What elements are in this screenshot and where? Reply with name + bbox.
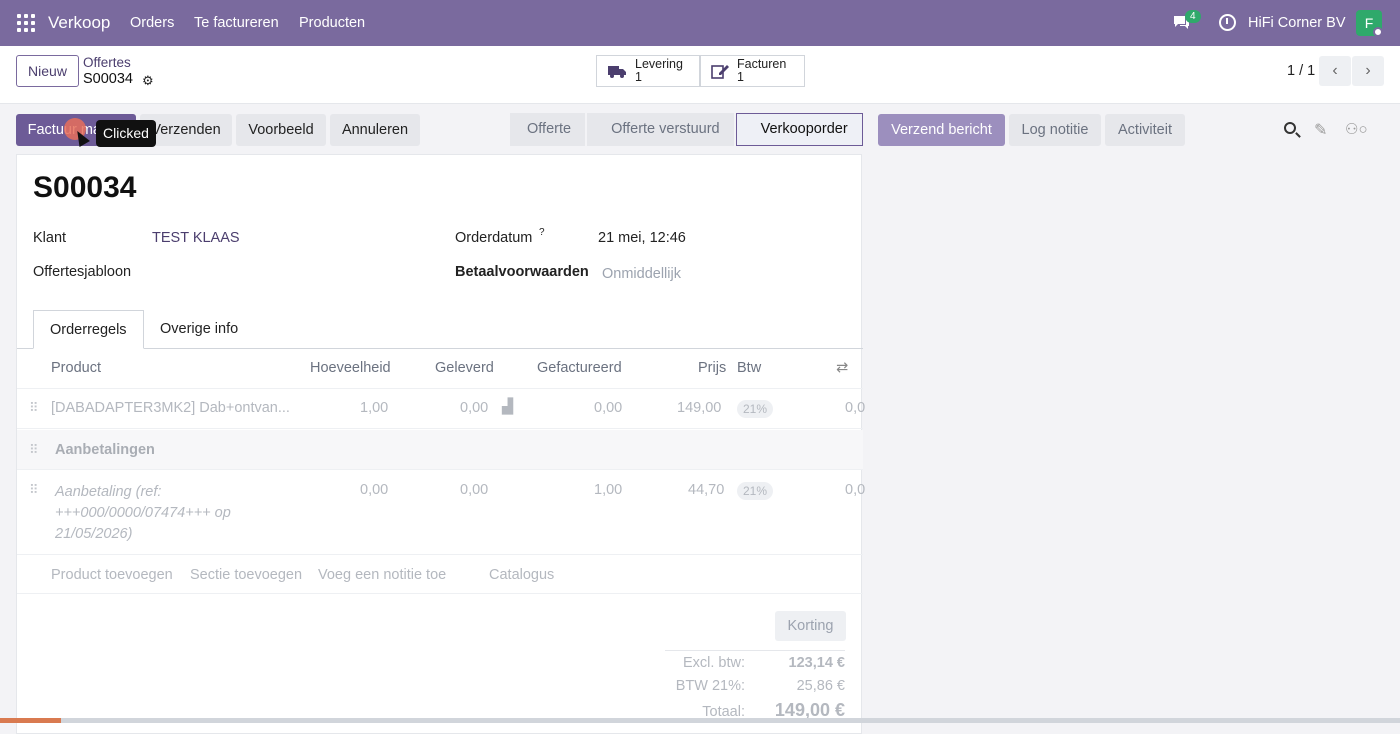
click-tooltip: Clicked: [96, 120, 156, 147]
stage-quotation-sent[interactable]: Offerte verstuurd: [587, 113, 734, 146]
preview-button[interactable]: Voorbeeld: [236, 114, 326, 146]
col-price[interactable]: Prijs: [698, 360, 726, 376]
search-icon[interactable]: [1284, 122, 1296, 134]
order-name: S00034: [33, 171, 137, 204]
drag-handle-icon[interactable]: ⠿: [29, 400, 38, 416]
add-product-link[interactable]: Product toevoegen: [51, 567, 173, 583]
row-divider: [17, 554, 863, 555]
app-name[interactable]: Verkoop: [48, 13, 110, 33]
followers-icon[interactable]: ⚇○: [1345, 120, 1368, 138]
order-date-label: Orderdatum: [455, 230, 533, 246]
tax-value: 25,86 €: [796, 678, 845, 694]
pager-value[interactable]: 1 / 1: [1287, 63, 1315, 79]
drag-handle-icon[interactable]: ⠿: [29, 482, 38, 498]
template-label: Offertesjabloon: [33, 264, 132, 280]
stage-quotation[interactable]: Offerte: [510, 113, 586, 146]
breadcrumb-current: S00034: [83, 71, 133, 87]
new-button[interactable]: Nieuw: [16, 55, 79, 87]
section-name[interactable]: Aanbetalingen: [55, 442, 155, 458]
invoices-label: Facturen: [737, 57, 787, 71]
invoices-smart-button[interactable]: Facturen 1: [700, 55, 805, 87]
edit-icon: [711, 65, 729, 79]
activity-button[interactable]: Activiteit: [1105, 114, 1185, 146]
apps-grid-icon[interactable]: [17, 14, 35, 32]
line-subtotal: 0,0: [845, 482, 866, 498]
untaxed-label: Excl. btw:: [682, 655, 745, 671]
col-product[interactable]: Product: [51, 360, 101, 376]
untaxed-value: 123,14 €: [788, 655, 845, 671]
invoices-count: 1: [737, 70, 744, 84]
forecast-chart-icon[interactable]: ▟: [502, 399, 513, 415]
add-note-link[interactable]: Voeg een notitie toe: [318, 567, 446, 583]
payment-terms-field[interactable]: Onmiddellijk: [602, 266, 681, 282]
menu-orders[interactable]: Orders: [130, 15, 174, 31]
menu-to-invoice[interactable]: Te factureren: [194, 15, 279, 31]
col-quantity[interactable]: Hoeveelheid: [310, 360, 391, 376]
line-product-part: Aanbetaling (ref:: [55, 484, 162, 500]
line-product-part: 21/05/2026): [55, 526, 133, 542]
loading-progress-fill: [0, 718, 61, 723]
line-tax-badge[interactable]: 21%: [737, 482, 774, 500]
delivery-label: Levering: [635, 57, 683, 71]
delivery-smart-button[interactable]: Levering 1: [596, 55, 700, 87]
line-quantity[interactable]: 1,00: [360, 400, 388, 416]
col-delivered[interactable]: Geleverd: [435, 360, 494, 376]
pager-next-icon[interactable]: ›: [1352, 56, 1384, 86]
log-note-button[interactable]: Log notitie: [1009, 114, 1101, 146]
activity-clock-icon[interactable]: [1219, 14, 1236, 31]
attachment-icon[interactable]: ✎: [1314, 120, 1327, 140]
line-product-multiline[interactable]: Aanbetaling (ref: +++000/0000/07474+++ o…: [55, 482, 231, 545]
line-product[interactable]: [DABADAPTER3MK2] Dab+ontvan...: [51, 400, 290, 416]
line-price[interactable]: 149,00: [677, 400, 721, 416]
stage-sales-order[interactable]: Verkooporder: [735, 113, 863, 146]
form-sheet: S00034 Klant TEST KLAAS Offertesjabloon …: [16, 154, 866, 734]
col-tax[interactable]: Btw: [737, 360, 761, 376]
line-tax-badge[interactable]: 21%: [737, 400, 774, 418]
menu-products[interactable]: Producten: [299, 15, 365, 31]
gear-icon[interactable]: ⚙: [142, 73, 154, 89]
truck-icon: [608, 66, 626, 78]
line-delivered: 0,00: [460, 400, 489, 416]
delivery-count: 1: [635, 70, 642, 84]
line-price[interactable]: 44,70: [688, 482, 724, 498]
breadcrumb-parent[interactable]: Offertes: [83, 55, 131, 70]
status-bar: Offerte Offerte verstuurd Verkooporder: [510, 113, 865, 146]
tab-other-info[interactable]: Overige info: [144, 310, 254, 349]
row-divider: [17, 593, 863, 594]
tax-label: BTW 21%:: [675, 678, 745, 694]
payment-terms-label: Betaalvoorwaarden: [455, 264, 589, 280]
line-quantity[interactable]: 0,00: [360, 482, 388, 498]
col-invoiced[interactable]: Gefactureerd: [537, 360, 622, 376]
company-switcher[interactable]: HiFi Corner BV: [1248, 15, 1346, 31]
customer-field[interactable]: TEST KLAAS: [152, 230, 240, 246]
line-invoiced: 1,00: [594, 482, 623, 498]
send-message-button[interactable]: Verzend bericht: [878, 114, 1005, 146]
status-dot-icon: [1373, 27, 1383, 37]
top-navbar: Verkoop Orders Te factureren Producten 4…: [0, 0, 1400, 46]
catalog-link[interactable]: Catalogus: [489, 567, 554, 583]
row-divider: [17, 469, 863, 470]
line-invoiced: 0,00: [594, 400, 623, 416]
cancel-button[interactable]: Annuleren: [330, 114, 420, 146]
add-section-link[interactable]: Sectie toevoegen: [190, 567, 302, 583]
customer-label: Klant: [33, 230, 67, 246]
row-divider: [17, 388, 863, 389]
drag-handle-icon[interactable]: ⠿: [29, 442, 38, 458]
line-product-part: +++000/0000/07474+++ op: [55, 505, 231, 521]
control-panel: Nieuw Offertes S00034 ⚙ Levering 1 Factu…: [0, 46, 1400, 104]
order-date-field[interactable]: 21 mei, 12:46: [598, 230, 686, 246]
tab-order-lines[interactable]: Orderregels: [33, 310, 144, 349]
order-date-help-icon[interactable]: ?: [539, 227, 545, 238]
column-settings-icon[interactable]: ⇄: [836, 360, 848, 376]
loading-progress-bar: [0, 718, 1400, 723]
row-divider: [17, 428, 863, 429]
chat-count-badge: 4: [1185, 10, 1201, 23]
discount-button[interactable]: Korting: [775, 611, 846, 641]
pager-previous-icon[interactable]: ‹: [1319, 56, 1351, 86]
line-delivered: 0,00: [460, 482, 489, 498]
totals-divider: [665, 650, 845, 651]
line-subtotal: 0,0: [845, 400, 866, 416]
